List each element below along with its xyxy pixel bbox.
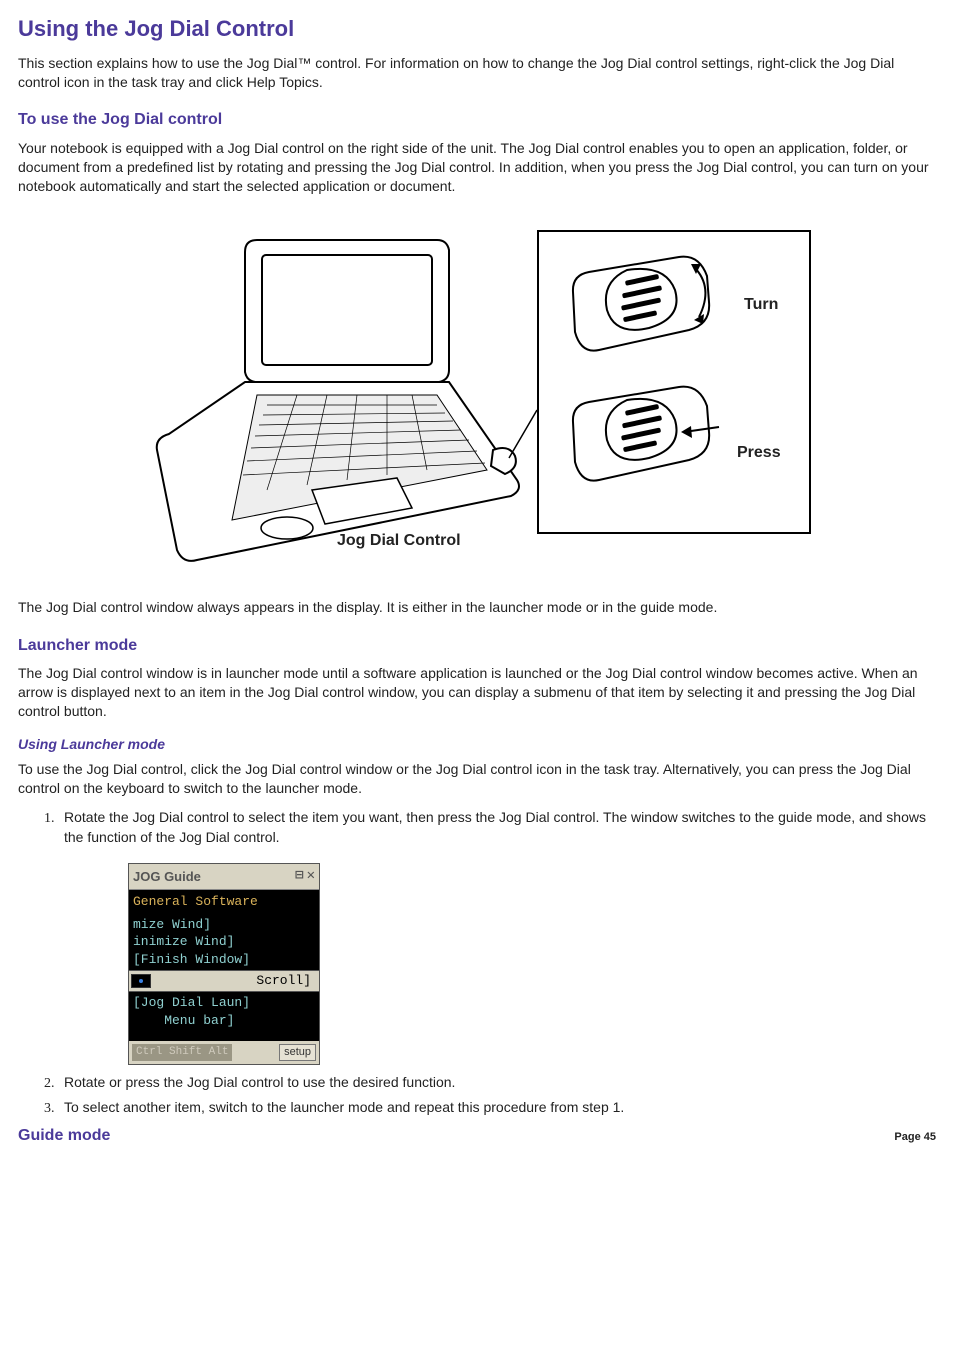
steps-list: Rotate the Jog Dial control to select th…	[58, 808, 936, 850]
intro-paragraph: This section explains how to use the Jog…	[18, 54, 936, 92]
jog-dial-detail-drawing	[539, 232, 809, 532]
steps-list-cont: Rotate or press the Jog Dial control to …	[58, 1073, 936, 1119]
turn-label: Turn	[744, 294, 778, 316]
step-2: Rotate or press the Jog Dial control to …	[58, 1073, 936, 1094]
press-label: Press	[737, 442, 781, 464]
setup-button[interactable]: setup	[279, 1044, 316, 1061]
jog-dial-illustration: Turn Press Jog Dial Control	[18, 220, 936, 580]
jog-guide-list-upper: mize Wind] inimize Wind] [Finish Window]	[129, 914, 319, 971]
launcher-mode-heading: Launcher mode	[18, 635, 936, 657]
jog-scroll-row[interactable]: Scroll]	[129, 970, 319, 992]
step-1: Rotate the Jog Dial control to select th…	[58, 808, 936, 850]
jog-status-bar: Ctrl Shift Alt setup	[129, 1041, 319, 1064]
launcher-para1: The Jog Dial control window is in launch…	[18, 664, 936, 721]
step-3: To select another item, switch to the la…	[58, 1098, 936, 1119]
illustration-caption: Jog Dial Control	[337, 530, 461, 552]
jog-guide-titlebar: JOG Guide ⊟ ✕	[129, 864, 319, 890]
jog-guide-header: General Software	[129, 890, 319, 914]
jog-status-left: Ctrl Shift Alt	[132, 1044, 232, 1061]
launcher-para2: To use the Jog Dial control, click the J…	[18, 760, 936, 798]
laptop-drawing	[137, 230, 537, 570]
jog-guide-min-icon[interactable]: ⊟	[295, 867, 303, 886]
jog-row[interactable]: [Jog Dial Laun]	[129, 994, 319, 1012]
section-use-para2: The Jog Dial control window always appea…	[18, 598, 936, 617]
jog-guide-list-lower: [Jog Dial Laun] Menu bar]	[129, 992, 319, 1041]
jog-row[interactable]: inimize Wind]	[129, 933, 319, 951]
jog-row[interactable]: mize Wind]	[129, 916, 319, 934]
jog-guide-title: JOG Guide	[133, 868, 201, 886]
jog-dial-detail-panel: Turn Press	[537, 230, 811, 534]
jog-row[interactable]: Menu bar]	[129, 1012, 319, 1030]
page-number: Page 45	[894, 1130, 936, 1145]
section-use-heading: To use the Jog Dial control	[18, 109, 936, 131]
close-icon[interactable]: ✕	[307, 867, 315, 886]
jog-scroll-knob-icon[interactable]	[131, 974, 151, 988]
jog-guide-window: JOG Guide ⊟ ✕ General Software mize Wind…	[128, 863, 320, 1065]
section-use-para1: Your notebook is equipped with a Jog Dia…	[18, 139, 936, 196]
jog-scroll-label: Scroll]	[157, 972, 317, 990]
page-title: Using the Jog Dial Control	[18, 14, 936, 44]
using-launcher-heading: Using Launcher mode	[18, 735, 936, 754]
guide-mode-heading: Guide mode	[18, 1125, 110, 1147]
jog-row[interactable]: [Finish Window]	[129, 951, 319, 969]
